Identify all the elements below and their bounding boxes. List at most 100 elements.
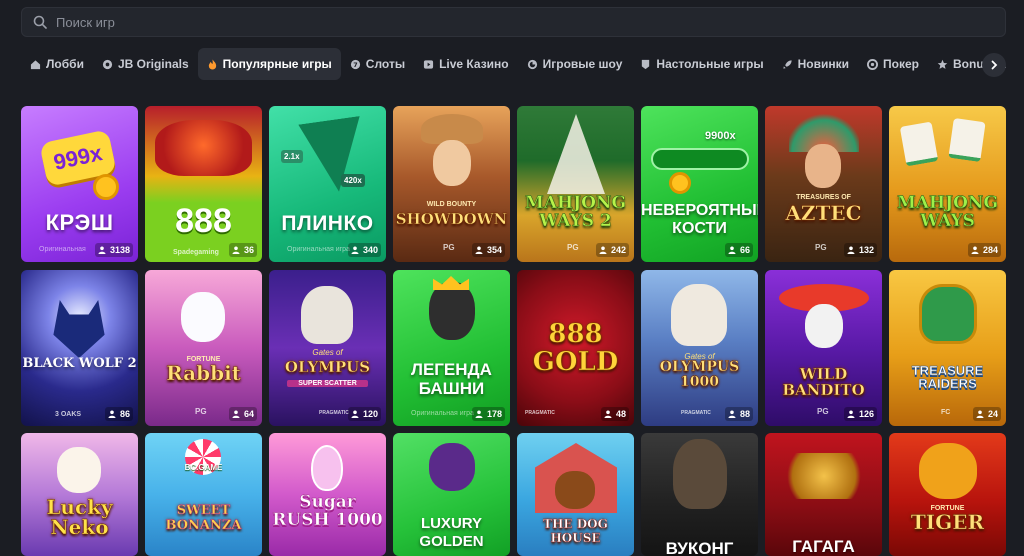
tab-jb-originals[interactable]: JB Originals: [93, 48, 198, 80]
game-card-wild-bandito[interactable]: WILD BANDITO PG 126: [765, 270, 882, 426]
tile-icon: [899, 121, 939, 167]
game-card-wukong[interactable]: ВУКОНГ: [641, 433, 758, 556]
game-title: TREASURE RAIDERS: [911, 363, 984, 391]
user-icon: [351, 246, 359, 254]
badge-left: 2.1x: [281, 150, 303, 163]
game-card-mahjong-ways[interactable]: MAHJONG WAYS 284: [889, 106, 1006, 262]
game-card-gates-of-olympus-1000[interactable]: Gates of OLYMPUS 1000 PRAGMATIC 88: [641, 270, 758, 426]
coin-icon: [669, 172, 691, 194]
game-card-lucky-neko[interactable]: Lucky Neko: [21, 433, 138, 556]
tab-label: Новинки: [797, 57, 850, 71]
game-card-plinko[interactable]: 2.1x 420x ПЛИНКО Оригинальная игра 340: [269, 106, 386, 262]
game-card-sweet-bonanza[interactable]: BC.GAME SWEET BONANZA: [145, 433, 262, 556]
tab-popular[interactable]: Популярные игры: [197, 48, 341, 80]
user-icon: [98, 246, 106, 254]
provider: 3 OAKS: [55, 411, 82, 418]
home-icon: [30, 59, 41, 70]
game-pretitle: BC.GAME: [184, 463, 223, 472]
user-icon: [847, 410, 855, 418]
tab-game-shows[interactable]: Игровые шоу: [518, 48, 632, 80]
game-title: MAHJONG WAYS: [897, 193, 998, 231]
dog-art: [555, 471, 595, 509]
user-icon: [232, 246, 240, 254]
egg-art: [311, 445, 343, 491]
search-bar[interactable]: [21, 7, 1006, 37]
game-title: ВУКОНГ: [665, 539, 734, 556]
game-title: 888 GOLD: [532, 319, 619, 377]
tab-lobby[interactable]: Лобби: [21, 48, 93, 80]
players-count: 86: [104, 407, 133, 421]
game-sub: Оригинальная: [39, 246, 86, 253]
provider: FC: [941, 409, 951, 416]
user-icon: [728, 410, 736, 418]
rocket-icon: [782, 59, 793, 70]
provider: PG: [567, 243, 579, 252]
game-title: THE DOG HOUSE: [543, 517, 608, 545]
players-value: 64: [243, 409, 254, 419]
players-value: 86: [119, 409, 130, 419]
tiger-art: [919, 443, 977, 499]
provider: PG: [815, 243, 827, 252]
game-card-gates-of-olympus-super-scatter[interactable]: Gates of OLYMPUS SUPER SCATTER PRAGMATIC…: [269, 270, 386, 426]
wukong-art: [673, 439, 727, 509]
game-card-mahjong-ways-2[interactable]: MAHJONG WAYS 2 PG 242: [517, 106, 634, 262]
user-icon: [847, 246, 855, 254]
provider: PRAGMATIC: [681, 410, 711, 416]
category-tabs: Лобби JB Originals Популярные игры 7 Сло…: [21, 48, 1006, 80]
search-icon: [33, 15, 47, 29]
fire-icon: [207, 58, 218, 70]
game-pretitle: WILD BOUNTY: [426, 201, 477, 208]
user-icon: [475, 246, 483, 254]
game-card-tower-legend[interactable]: ЛЕГЕНДА БАШНИ Оригинальная игра 178: [393, 270, 510, 426]
badge-text: 999x: [51, 140, 105, 175]
game-card-luxury-golden[interactable]: LUXURY GOLDEN: [393, 433, 510, 556]
game-card-gagaga[interactable]: ГАГАГА: [765, 433, 882, 556]
badge-right: 420x: [341, 174, 365, 187]
game-title: LUXURY GOLDEN: [419, 515, 484, 550]
face-art: [433, 140, 471, 186]
user-icon: [976, 410, 984, 418]
players-count: 36: [228, 243, 257, 257]
players-count: 120: [347, 407, 381, 421]
tab-label: JB Originals: [117, 57, 189, 71]
game-card-fortune-tiger[interactable]: FORTUNE TIGER: [889, 433, 1006, 556]
game-title: BLACK WOLF 2: [22, 356, 137, 371]
game-card-treasure-raiders[interactable]: TREASURE RAIDERS FC 24: [889, 270, 1006, 426]
game-card-treasures-of-aztec[interactable]: TREASURES OF AZTEC PG 132: [765, 106, 882, 262]
tab-label: Лобби: [46, 57, 84, 71]
games-grid-row3: Lucky Neko BC.GAME SWEET BONANZA Sugar R…: [21, 433, 1015, 556]
game-card-crash[interactable]: 999x КРЭШ Оригинальная 3138: [21, 106, 138, 262]
tabs-next-button[interactable]: [982, 53, 1006, 77]
rabbit-art: [181, 292, 225, 342]
players-value: 354: [486, 245, 502, 255]
user-icon: [232, 410, 240, 418]
coins-art: [777, 453, 871, 499]
user-icon: [971, 246, 979, 254]
game-card-incredible-dice[interactable]: 9900x НЕВЕРОЯТНЫЕ КОСТИ 66: [641, 106, 758, 262]
game-title: MAHJONG WAYS 2: [525, 193, 626, 231]
game-card-black-wolf-2[interactable]: BLACK WOLF 2 3 OAKS 86: [21, 270, 138, 426]
tab-table-games[interactable]: Настольные игры: [631, 48, 772, 80]
game-card-the-dog-house[interactable]: THE DOG HOUSE: [517, 433, 634, 556]
game-card-fortune-rabbit[interactable]: FORTUNE Rabbit PG 64: [145, 270, 262, 426]
show-icon: [527, 59, 538, 70]
game-card-sugar-rush-1000[interactable]: Sugar RUSH 1000: [269, 433, 386, 556]
game-title: TIGER: [910, 510, 985, 534]
players-count: 88: [724, 407, 753, 421]
game-card-888-gold[interactable]: 888 GOLD PRAGMATIC 48: [517, 270, 634, 426]
tab-live-casino[interactable]: Live Казино: [414, 48, 518, 80]
game-card-wild-bounty-showdown[interactable]: WILD BOUNTY SHOWDOWN PG 354: [393, 106, 510, 262]
tab-poker[interactable]: Покер: [858, 48, 928, 80]
game-title: КРЭШ: [45, 210, 114, 235]
tab-new[interactable]: Новинки: [773, 48, 858, 80]
players-count: 354: [471, 243, 505, 257]
tab-slots[interactable]: 7 Слоты: [341, 48, 414, 80]
search-input[interactable]: [56, 14, 956, 30]
game-title: SWEET BONANZA: [165, 503, 242, 533]
provider: PG: [817, 407, 829, 416]
live-icon: [423, 59, 434, 70]
game-title: 888: [175, 202, 232, 240]
game-card-888[interactable]: 888 Spadegaming 36: [145, 106, 262, 262]
players-value: 242: [610, 245, 626, 255]
players-count: 178: [471, 407, 505, 421]
